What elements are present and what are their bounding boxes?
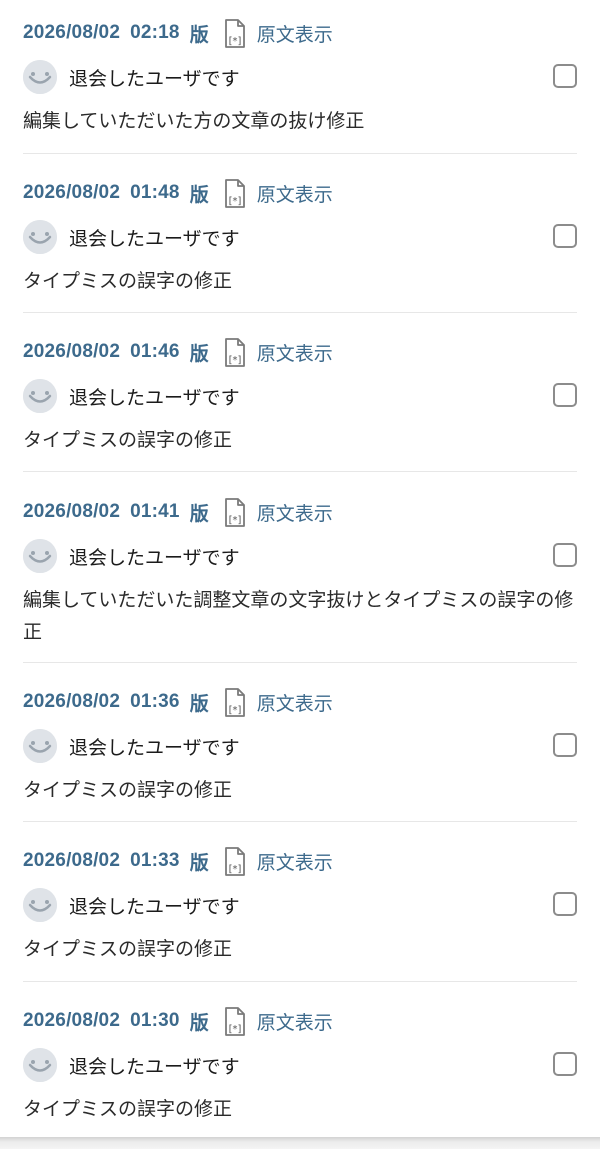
revision-checkbox[interactable] — [553, 64, 577, 88]
revision-version-label: 版 — [189, 502, 209, 525]
revision-version-label: 版 — [189, 851, 209, 874]
revision-header: 2026/08/02 01:46 版 [*] 原文表示 — [23, 336, 333, 368]
revision-header: 2026/08/02 01:41 版 [*] 原文表示 — [23, 496, 333, 528]
revision-user: 退会したユーザです — [23, 378, 240, 414]
view-source-link[interactable]: 原文表示 — [257, 848, 333, 875]
revision-header: 2026/08/02 01:30 版 [*] 原文表示 — [23, 1005, 333, 1037]
revision-time: 01:33 — [130, 850, 180, 871]
username[interactable]: 退会したユーザです — [69, 224, 240, 251]
revision-comment: タイプミスの誤字の修正 — [23, 938, 233, 960]
avatar — [23, 1048, 57, 1082]
revision-header: 2026/08/02 01:33 版 [*] 原文表示 — [23, 845, 333, 877]
svg-text:[*]: [*] — [228, 515, 241, 526]
avatar — [23, 539, 57, 573]
revision-checkbox[interactable] — [553, 224, 577, 248]
revision-comment: タイプミスの誤字の修正 — [23, 779, 233, 801]
document-icon[interactable]: [*] — [223, 179, 247, 209]
revision-date: 2026/08/02 — [23, 691, 121, 712]
svg-text:[*]: [*] — [228, 1024, 241, 1035]
username[interactable]: 退会したユーザです — [69, 892, 240, 919]
username[interactable]: 退会したユーザです — [69, 1052, 240, 1079]
document-icon[interactable]: [*] — [223, 688, 247, 718]
view-source-link[interactable]: 原文表示 — [257, 689, 333, 716]
svg-text:[*]: [*] — [228, 196, 241, 207]
username[interactable]: 退会したユーザです — [69, 733, 240, 760]
revision-item: 2026/08/02 01:36 版 [*] 原文表示 退会したユーザです タイプ… — [23, 686, 577, 822]
revision-item: 2026/08/02 01:48 版 [*] 原文表示 退会したユーザです タイプ… — [23, 177, 577, 313]
document-icon[interactable]: [*] — [223, 338, 247, 368]
revision-time: 02:18 — [130, 22, 180, 43]
document-icon[interactable]: [*] — [223, 1007, 247, 1037]
revision-user: 退会したユーザです — [23, 728, 240, 764]
revision-item: 2026/08/02 01:46 版 [*] 原文表示 退会したユーザです タイプ… — [23, 336, 577, 472]
revision-date: 2026/08/02 — [23, 182, 121, 203]
view-source-link[interactable]: 原文表示 — [257, 339, 333, 366]
bottom-bar-shadow — [0, 1137, 600, 1149]
revision-comment: タイプミスの誤字の修正 — [23, 270, 233, 292]
svg-text:[*]: [*] — [228, 355, 241, 366]
revision-checkbox[interactable] — [553, 1052, 577, 1076]
revision-datetime: 2026/08/02 01:30 — [23, 1010, 180, 1032]
view-source-link[interactable]: 原文表示 — [257, 499, 333, 526]
revision-date: 2026/08/02 — [23, 850, 121, 871]
revision-user: 退会したユーザです — [23, 538, 240, 574]
view-source-link[interactable]: 原文表示 — [257, 180, 333, 207]
revision-datetime: 2026/08/02 01:46 — [23, 341, 180, 363]
revision-header: 2026/08/02 02:18 版 [*] 原文表示 — [23, 17, 333, 49]
revision-datetime: 2026/08/02 01:36 — [23, 691, 180, 713]
avatar — [23, 729, 57, 763]
revision-time: 01:48 — [130, 182, 180, 203]
avatar — [23, 220, 57, 254]
revision-user: 退会したユーザです — [23, 887, 240, 923]
revision-user: 退会したユーザです — [23, 1047, 240, 1083]
revision-version-label: 版 — [189, 23, 209, 46]
avatar — [23, 888, 57, 922]
revision-datetime: 2026/08/02 01:48 — [23, 182, 180, 204]
revision-checkbox[interactable] — [553, 543, 577, 567]
revision-time: 01:36 — [130, 691, 180, 712]
revision-checkbox[interactable] — [553, 892, 577, 916]
username[interactable]: 退会したユーザです — [69, 64, 240, 91]
svg-text:[*]: [*] — [228, 705, 241, 716]
revision-time: 01:30 — [130, 1010, 180, 1031]
revision-comment: タイプミスの誤字の修正 — [23, 429, 233, 451]
revision-checkbox[interactable] — [553, 383, 577, 407]
revision-datetime: 2026/08/02 01:41 — [23, 501, 180, 523]
revision-user: 退会したユーザです — [23, 59, 240, 95]
revision-date: 2026/08/02 — [23, 1010, 121, 1031]
revision-header: 2026/08/02 01:48 版 [*] 原文表示 — [23, 177, 333, 209]
svg-text:[*]: [*] — [228, 36, 241, 47]
avatar — [23, 60, 57, 94]
revision-version-label: 版 — [189, 692, 209, 715]
revision-datetime: 2026/08/02 01:33 — [23, 850, 180, 872]
revision-comment: 編集していただいた方の文章の抜け修正 — [23, 110, 365, 132]
revision-header: 2026/08/02 01:36 版 [*] 原文表示 — [23, 686, 333, 718]
username[interactable]: 退会したユーザです — [69, 543, 240, 570]
revision-date: 2026/08/02 — [23, 22, 121, 43]
revision-version-label: 版 — [189, 1011, 209, 1034]
document-icon[interactable]: [*] — [223, 847, 247, 877]
avatar — [23, 379, 57, 413]
revision-time: 01:41 — [130, 501, 180, 522]
revision-item: 2026/08/02 01:30 版 [*] 原文表示 退会したユーザです タイプ… — [23, 1005, 577, 1135]
revision-version-label: 版 — [189, 183, 209, 206]
document-icon[interactable]: [*] — [223, 19, 247, 49]
revision-item: 2026/08/02 01:41 版 [*] 原文表示 退会したユーザです 編集し… — [23, 496, 577, 663]
revision-date: 2026/08/02 — [23, 501, 121, 522]
revision-item: 2026/08/02 01:33 版 [*] 原文表示 退会したユーザです タイプ… — [23, 845, 577, 982]
view-source-link[interactable]: 原文表示 — [257, 1008, 333, 1035]
svg-text:[*]: [*] — [228, 864, 241, 875]
revision-checkbox[interactable] — [553, 733, 577, 757]
document-icon[interactable]: [*] — [223, 498, 247, 528]
revision-item: 2026/08/02 02:18 版 [*] 原文表示 退会したユーザです 編集し… — [23, 17, 577, 154]
revision-version-label: 版 — [189, 342, 209, 365]
revision-user: 退会したユーザです — [23, 219, 240, 255]
revision-comment: タイプミスの誤字の修正 — [23, 1098, 233, 1120]
revision-datetime: 2026/08/02 02:18 — [23, 22, 180, 44]
revision-date: 2026/08/02 — [23, 341, 121, 362]
view-source-link[interactable]: 原文表示 — [257, 20, 333, 47]
revision-time: 01:46 — [130, 341, 180, 362]
username[interactable]: 退会したユーザです — [69, 383, 240, 410]
revision-comment: 編集していただいた調整文章の文字抜けとタイプミスの誤字の修正 — [23, 589, 574, 643]
